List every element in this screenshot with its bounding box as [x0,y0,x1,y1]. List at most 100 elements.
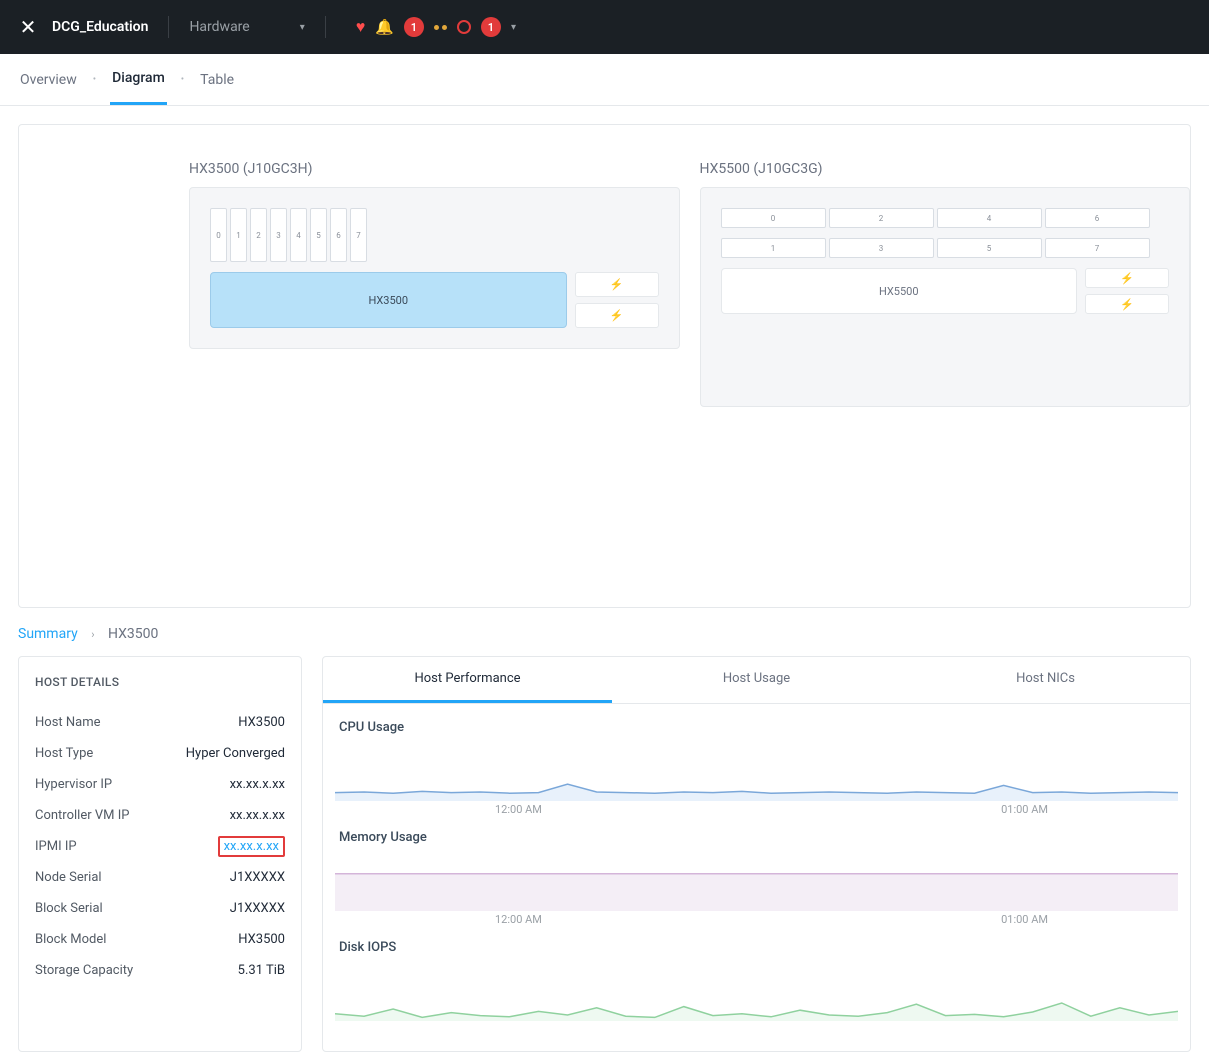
breadcrumb-separator: › [91,628,94,641]
x-tick: 01:00 AM [1001,913,1048,926]
x-tick: 01:00 AM [1001,803,1048,816]
block-hx5500: HX5500 (J10GC3G) 0246 1357 HX5500 ⚡ ⚡ [700,161,1191,407]
drive-slot[interactable]: 1 [721,238,826,258]
breadcrumb-current: HX3500 [108,626,158,642]
node-box-selected[interactable]: HX3500 [210,272,567,328]
detail-row: Block Model HX3500 [35,924,285,955]
tab-host-performance[interactable]: Host Performance [323,657,612,703]
host-charts-panel: Host Performance Host Usage Host NICs CP… [322,656,1191,1052]
block-hx3500: HX3500 (J10GC3H) 01234567 HX3500 ⚡ ⚡ [189,161,680,407]
chevron-down-icon[interactable]: ▾ [511,22,516,33]
detail-value: J1XXXXX [230,870,285,885]
drive-slot[interactable]: 5 [310,208,327,262]
alert-count-badge[interactable]: 1 [404,17,424,37]
drive-bay-row: 0246 [721,208,1170,228]
tab-host-usage[interactable]: Host Usage [612,657,901,703]
chart-canvas[interactable] [335,961,1178,1021]
detail-row: Host Type Hyper Converged [35,738,285,769]
detail-label: IPMI IP [35,839,77,854]
chevron-down-icon: ▾ [300,22,305,33]
detail-value: 5.31 TiB [238,963,285,978]
tab-table[interactable]: Table [198,56,236,104]
x-tick: 12:00 AM [495,803,542,816]
drive-slot[interactable]: 7 [350,208,367,262]
detail-label: Host Type [35,746,93,761]
chart-title: Disk IOPS [339,940,1178,955]
view-tabs: Overview • Diagram • Table [0,54,1209,106]
detail-value: Hyper Converged [186,746,285,761]
drive-slot[interactable]: 3 [270,208,287,262]
drive-slot[interactable]: 7 [1045,238,1150,258]
detail-value: xx.xx.x.xx [218,839,285,854]
psu-slot[interactable]: ⚡ [575,303,659,328]
detail-value: xx.xx.x.xx [230,808,285,823]
section-dropdown[interactable]: Hardware ▾ [189,19,304,35]
drive-slot[interactable]: 4 [290,208,307,262]
drive-slot[interactable]: 5 [937,238,1042,258]
chart-title: CPU Usage [339,720,1178,735]
detail-row: Block Serial J1XXXXX [35,893,285,924]
chart-title: Memory Usage [339,830,1178,845]
psu-slot[interactable]: ⚡ [1085,294,1169,314]
tab-overview[interactable]: Overview [18,56,79,104]
alert-bell-icon[interactable]: 🔔 [375,18,394,36]
block-body[interactable]: 0246 1357 HX5500 ⚡ ⚡ [700,187,1191,407]
chart-disk-iops: Disk IOPS [335,940,1178,1021]
drive-bay-row: 1357 [721,238,1170,258]
top-navbar: ✕ DCG_Education Hardware ▾ ♥ 🔔 1 1 ▾ [0,0,1209,54]
detail-label: Storage Capacity [35,963,133,978]
detail-value: HX3500 [238,715,285,730]
chart-canvas[interactable] [335,741,1178,801]
x-tick: 12:00 AM [495,913,542,926]
critical-count-badge[interactable]: 1 [481,17,501,37]
health-heart-icon[interactable]: ♥ [356,17,366,37]
detail-label: Block Model [35,932,106,947]
drive-bay-row: 01234567 [210,208,659,262]
section-dropdown-label: Hardware [189,19,249,35]
host-details-heading: HOST DETAILS [35,675,285,689]
tab-separator: • [181,74,184,85]
breadcrumb-root[interactable]: Summary [18,626,78,642]
detail-row: Hypervisor IPxx.xx.x.xx [35,769,285,800]
drive-slot[interactable]: 6 [1045,208,1150,228]
detail-value: J1XXXXX [230,901,285,916]
detail-value: xx.xx.x.xx [230,777,285,792]
drive-slot[interactable]: 0 [721,208,826,228]
cluster-name[interactable]: DCG_Education [52,19,148,35]
detail-row: Storage Capacity 5.31 TiB [35,955,285,986]
detail-label: Host Name [35,715,101,730]
critical-ring-icon[interactable] [457,20,471,34]
detail-label: Block Serial [35,901,103,916]
drive-slot[interactable]: 1 [230,208,247,262]
block-title: HX5500 (J10GC3G) [700,161,1191,177]
tab-separator: • [93,74,96,85]
divider [168,16,169,38]
block-title: HX3500 (J10GC3H) [189,161,680,177]
chart-memory-usage: Memory Usage 12:00 AM 01:00 AM [335,830,1178,926]
ipmi-ip-link[interactable]: xx.xx.x.xx [224,839,279,854]
psu-slot[interactable]: ⚡ [575,272,659,297]
detail-label: Node Serial [35,870,102,885]
node-box[interactable]: HX5500 [721,268,1078,314]
block-body[interactable]: 01234567 HX3500 ⚡ ⚡ [189,187,680,349]
tab-host-nics[interactable]: Host NICs [901,657,1190,703]
chart-canvas[interactable] [335,851,1178,911]
drive-slot[interactable]: 0 [210,208,227,262]
status-dots-icon[interactable] [434,25,447,30]
drive-slot[interactable]: 6 [330,208,347,262]
drive-slot[interactable]: 2 [250,208,267,262]
psu-slot[interactable]: ⚡ [1085,268,1169,288]
chart-tabs: Host Performance Host Usage Host NICs [323,657,1190,704]
app-logo-icon[interactable]: ✕ [18,15,38,39]
drive-slot[interactable]: 4 [937,208,1042,228]
detail-row: IPMI IP xx.xx.x.xx [35,831,285,862]
tab-diagram[interactable]: Diagram [110,54,167,105]
divider [325,16,326,38]
drive-slot[interactable]: 2 [829,208,934,228]
drive-slot[interactable]: 3 [829,238,934,258]
host-details-panel: HOST DETAILS Host Name HX3500 Host Type Hyp… [18,656,302,1052]
detail-row: Controller VM IP xx.xx.x.xx [35,800,285,831]
detail-label: Controller VM IP [35,808,129,823]
detail-value: HX3500 [238,932,285,947]
detail-row: Node Serial J1XXXXX [35,862,285,893]
